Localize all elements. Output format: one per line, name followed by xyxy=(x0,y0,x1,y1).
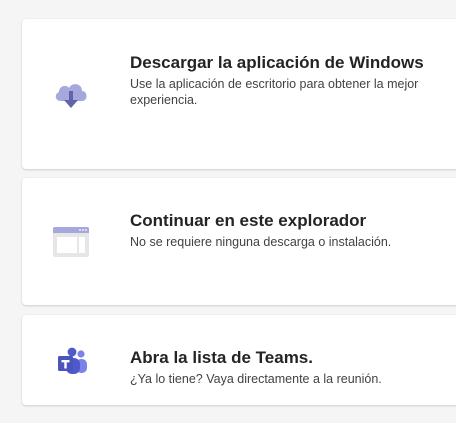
join-options-list: Descargar la aplicación de Windows Use l… xyxy=(0,0,456,423)
download-app-description: Use la aplicación de escritorio para obt… xyxy=(130,77,419,107)
download-windows-app-card[interactable]: Descargar la aplicación de Windows Use l… xyxy=(22,19,456,169)
continue-browser-description: No se requiere ninguna descarga o instal… xyxy=(130,235,392,249)
open-teams-app-card[interactable]: Abra la lista de Teams. ¿Ya lo tiene? Va… xyxy=(22,315,456,405)
browser-window-icon xyxy=(53,227,89,257)
cloud-download-icon xyxy=(55,84,87,108)
open-teams-title: Abra la lista de Teams. xyxy=(130,348,313,367)
download-app-title: Descargar la aplicación de Windows xyxy=(130,53,424,72)
continue-browser-title: Continuar en este explorador xyxy=(130,211,367,230)
teams-logo-icon xyxy=(58,347,87,374)
open-teams-description: ¿Ya lo tiene? Vaya directamente a la reu… xyxy=(130,372,382,386)
continue-in-browser-card[interactable]: Continuar en este explorador No se requi… xyxy=(22,178,456,305)
